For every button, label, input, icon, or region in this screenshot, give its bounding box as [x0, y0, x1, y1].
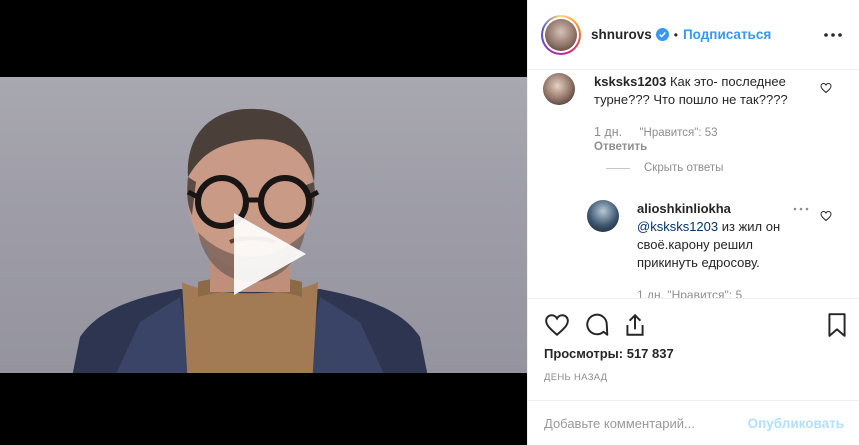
views-count[interactable]: Просмотры: 517 837: [544, 346, 674, 361]
video-player[interactable]: [0, 77, 527, 373]
avatar-image: [545, 18, 577, 51]
reply-comment: alioshkinliokha @ksksks1203 из жил он св…: [637, 200, 797, 272]
reply-mention[interactable]: @ksksks1203: [637, 219, 718, 234]
reply-meta: 1 дн. "Нравится": 5: [637, 288, 743, 299]
heart-icon[interactable]: [820, 82, 832, 94]
comments-list[interactable]: ksksks1203 Как это- последнее турне??? Ч…: [528, 70, 859, 299]
comment: ksksks1203 Как это- последнее турне??? Ч…: [594, 73, 814, 109]
reply-avatar[interactable]: [587, 200, 619, 232]
verified-icon: [655, 28, 669, 41]
comment-composer: Опубликовать: [528, 400, 859, 445]
separator-dot: •: [673, 27, 678, 42]
commenter-avatar[interactable]: [543, 73, 575, 105]
more-options-icon[interactable]: [793, 206, 809, 212]
comment-username[interactable]: ksksks1203: [594, 74, 666, 89]
comment-meta: 1 дн. "Нравится": 53: [594, 125, 718, 139]
publish-button[interactable]: Опубликовать: [748, 416, 844, 431]
reply-username[interactable]: alioshkinliokha: [637, 201, 731, 216]
author-username[interactable]: shnurovs: [591, 27, 652, 42]
views-label: Просмотры:: [544, 346, 624, 361]
hide-replies-button[interactable]: Скрыть ответы: [606, 162, 723, 174]
avatar[interactable]: [541, 14, 581, 55]
post-timestamp[interactable]: ДЕНЬ НАЗАД: [544, 372, 607, 383]
heart-icon[interactable]: [820, 210, 832, 222]
comment-time[interactable]: 1 дн.: [594, 125, 622, 139]
action-bar: Просмотры: 517 837 ДЕНЬ НАЗАД: [528, 300, 859, 384]
comment-likes[interactable]: "Нравится": 53: [639, 127, 717, 139]
hide-replies-label: Скрыть ответы: [644, 162, 724, 174]
heart-icon[interactable]: [544, 312, 570, 338]
reply-button[interactable]: Ответить: [594, 141, 647, 153]
post-media: [0, 0, 527, 445]
bookmark-icon[interactable]: [824, 312, 850, 338]
more-options-icon[interactable]: [822, 25, 844, 45]
share-icon[interactable]: [622, 312, 648, 338]
comment-icon[interactable]: [584, 312, 610, 338]
comment-input[interactable]: [544, 415, 748, 431]
follow-button[interactable]: Подписаться: [683, 27, 771, 42]
views-number: 517 837: [626, 346, 674, 361]
post-header: shnurovs • Подписаться: [528, 0, 859, 70]
play-icon[interactable]: [222, 209, 312, 299]
post-panel: shnurovs • Подписаться ksksks1203 Как эт…: [527, 0, 859, 445]
